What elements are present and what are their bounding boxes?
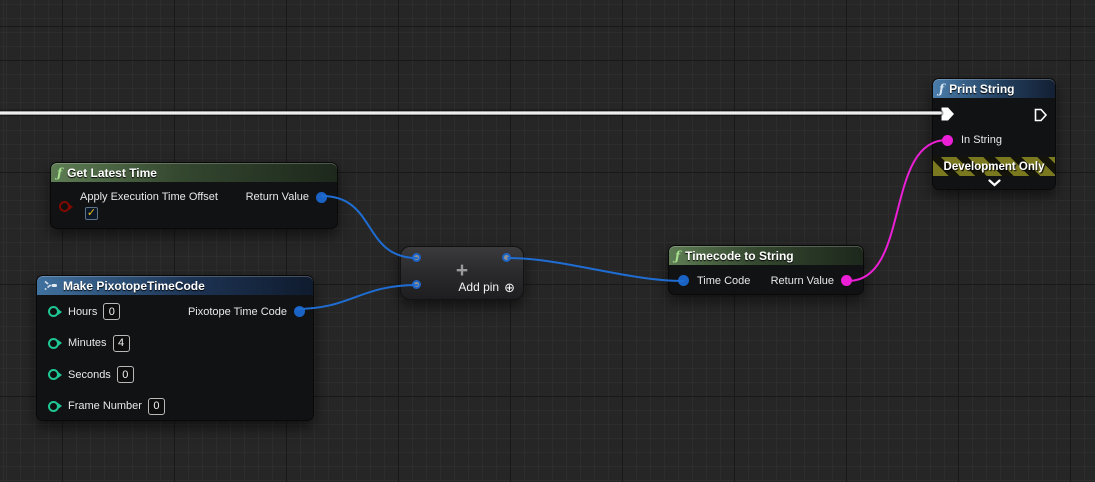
node-print-string[interactable]: ƒ Print String In String Development Onl… xyxy=(932,78,1056,190)
make-row-frame-number: Frame Number 0 xyxy=(37,391,313,423)
expand-advanced-button[interactable] xyxy=(933,179,1055,187)
node-title: Timecode to String xyxy=(685,249,793,263)
apply-execution-time-offset-pin[interactable] xyxy=(59,201,70,212)
node-get-latest-time[interactable]: ƒ Get Latest Time Apply Execution Time O… xyxy=(50,162,338,229)
make-row-seconds: Seconds 0 xyxy=(37,359,313,391)
add-input-pin-2[interactable] xyxy=(412,280,421,289)
seconds-pin[interactable] xyxy=(48,369,59,380)
apply-execution-time-offset-label: Apply Execution Time Offset xyxy=(80,191,218,203)
in-string-pin[interactable] xyxy=(942,135,953,146)
plus-operator-icon: + xyxy=(401,260,523,281)
return-value-pin[interactable] xyxy=(316,192,327,203)
seconds-label: Seconds xyxy=(68,369,111,381)
time-code-label: Time Code xyxy=(697,275,750,287)
exec-out-pin[interactable] xyxy=(1034,108,1048,122)
node-title: Get Latest Time xyxy=(67,166,157,180)
make-timecode-to-add-wire[interactable] xyxy=(296,285,417,309)
circled-plus-icon: ⊕ xyxy=(504,281,515,294)
node-header[interactable]: ƒ Get Latest Time xyxy=(51,163,337,182)
node-title: Print String xyxy=(949,82,1014,96)
development-only-label: Development Only xyxy=(944,161,1045,173)
function-icon: ƒ xyxy=(675,250,680,262)
frame-number-input[interactable]: 0 xyxy=(148,398,165,415)
hours-pin[interactable] xyxy=(48,306,59,317)
function-icon: ƒ xyxy=(57,167,62,179)
function-icon: ƒ xyxy=(939,83,944,95)
minutes-input[interactable]: 4 xyxy=(113,335,130,352)
make-struct-icon xyxy=(43,280,58,291)
node-make-pixotope-timecode[interactable]: Make PixotopeTimeCode Hours 0 Pixotope T… xyxy=(36,275,314,421)
node-header[interactable]: Make PixotopeTimeCode xyxy=(37,276,313,295)
hours-label: Hours xyxy=(68,306,97,318)
exec-in-pin[interactable] xyxy=(941,107,955,121)
add-to-timecode-wire[interactable] xyxy=(508,258,683,281)
in-string-label: In String xyxy=(961,134,1002,146)
return-value-pin[interactable] xyxy=(841,275,852,286)
node-add-compact[interactable]: + Add pin ⊕ xyxy=(400,246,524,300)
node-header[interactable]: ƒ Timecode to String xyxy=(669,246,863,265)
time-code-pin[interactable] xyxy=(678,275,689,286)
blueprint-graph-canvas[interactable]: ƒ Get Latest Time Apply Execution Time O… xyxy=(0,0,1095,482)
return-value-label: Return Value xyxy=(246,191,309,203)
chevron-down-icon xyxy=(988,179,1001,187)
node-title: Make PixotopeTimeCode xyxy=(63,279,205,293)
minutes-label: Minutes xyxy=(68,337,107,349)
frame-number-label: Frame Number xyxy=(68,400,142,412)
pixotope-time-code-pin[interactable] xyxy=(294,306,305,317)
hours-input[interactable]: 0 xyxy=(103,303,120,320)
node-timecode-to-string[interactable]: ƒ Timecode to String Time Code Return Va… xyxy=(668,245,864,295)
frame-number-pin[interactable] xyxy=(48,401,59,412)
add-pin-button[interactable]: Add pin ⊕ xyxy=(458,280,515,294)
development-only-banner: Development Only xyxy=(933,157,1055,176)
make-row-minutes: Minutes 4 xyxy=(37,328,313,360)
apply-execution-time-offset-checkbox[interactable]: ✓ xyxy=(85,207,98,220)
add-pin-label: Add pin xyxy=(458,280,499,294)
return-value-label: Return Value xyxy=(771,275,834,287)
pixotope-time-code-label: Pixotope Time Code xyxy=(188,306,287,318)
node-header[interactable]: ƒ Print String xyxy=(933,79,1055,98)
seconds-input[interactable]: 0 xyxy=(117,366,134,383)
minutes-pin[interactable] xyxy=(48,338,59,349)
make-row-hours: Hours 0 Pixotope Time Code xyxy=(37,296,313,328)
